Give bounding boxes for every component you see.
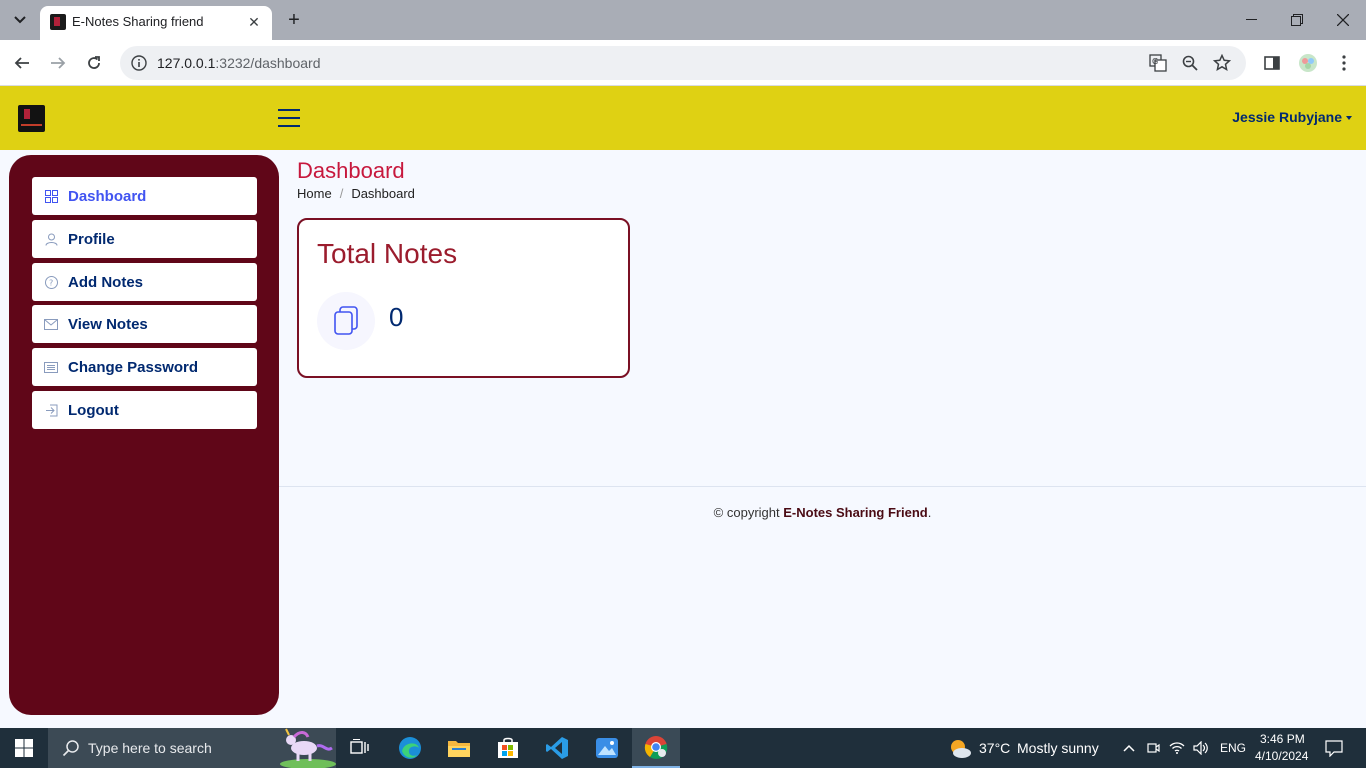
restore-icon[interactable]	[1274, 0, 1320, 40]
vscode-icon[interactable]	[533, 728, 581, 768]
svg-text:?: ?	[49, 278, 53, 287]
footer-brand: E-Notes Sharing Friend	[783, 505, 928, 520]
search-placeholder: Type here to search	[88, 740, 212, 756]
envelope-icon	[44, 317, 58, 331]
browser-menu-icon[interactable]	[1330, 49, 1358, 77]
file-explorer-icon[interactable]	[435, 728, 483, 768]
sidebar-item-label: Add Notes	[68, 274, 143, 291]
question-circle-icon: ?	[44, 275, 58, 289]
sidebar: Dashboard Profile ? Add Notes View Notes…	[9, 155, 279, 715]
caret-down-icon	[1346, 116, 1352, 121]
address-bar[interactable]: 127.0.0.1:3232/dashboard G	[120, 46, 1246, 80]
sidebar-item-dashboard[interactable]: Dashboard	[32, 177, 257, 215]
sidebar-item-logout[interactable]: Logout	[32, 391, 257, 429]
footer-suffix: .	[927, 505, 932, 520]
input-language[interactable]: ENG	[1220, 741, 1246, 755]
sidebar-item-label: Change Password	[68, 359, 199, 376]
show-hidden-icons-icon[interactable]	[1121, 740, 1137, 756]
zoom-icon[interactable]	[1179, 52, 1201, 74]
profile-avatar-icon[interactable]	[1294, 49, 1322, 77]
breadcrumb: Home / Dashboard	[297, 186, 415, 201]
total-notes-card: Total Notes 0	[297, 218, 630, 378]
sidebar-item-label: View Notes	[68, 316, 148, 333]
volume-icon[interactable]	[1193, 740, 1209, 756]
site-info-icon[interactable]	[128, 52, 150, 74]
reload-icon[interactable]	[80, 49, 108, 77]
breadcrumb-separator: /	[339, 186, 344, 201]
sidebar-item-profile[interactable]: Profile	[32, 220, 257, 258]
url-path: :3232/dashboard	[215, 55, 321, 71]
browser-toolbar: 127.0.0.1:3232/dashboard G	[0, 40, 1366, 86]
page-title: Dashboard	[297, 158, 405, 183]
user-dropdown[interactable]: Jessie Rubyjane	[1232, 109, 1352, 125]
weather-temperature[interactable]: 37°C	[979, 740, 1010, 756]
sidebar-toggle-icon[interactable]	[278, 107, 300, 129]
network-wifi-icon[interactable]	[1169, 740, 1185, 756]
sidebar-item-label: Dashboard	[68, 188, 147, 205]
user-name: Jessie Rubyjane	[1232, 109, 1342, 125]
clock-time[interactable]: 3:46 PM	[1260, 732, 1305, 746]
tab-search-button[interactable]	[8, 8, 32, 32]
url-host: 127.0.0.1	[157, 55, 216, 71]
grid-icon	[44, 189, 58, 203]
chrome-browser-icon[interactable]	[632, 728, 680, 768]
breadcrumb-current: Dashboard	[351, 186, 415, 201]
sidebar-item-view-notes[interactable]: View Notes	[32, 305, 257, 343]
url-text[interactable]: 127.0.0.1:3232/dashboard	[157, 55, 320, 71]
sidebar-item-label: Profile	[68, 231, 115, 248]
svg-text:G: G	[1152, 57, 1158, 66]
forward-icon[interactable]	[44, 49, 72, 77]
browser-tab[interactable]: E-Notes Sharing friend ✕	[40, 6, 272, 40]
meet-now-icon[interactable]	[1145, 740, 1161, 756]
box-arrow-in-left-icon	[44, 403, 58, 417]
footer-copyright: © copyright	[713, 505, 784, 520]
minimize-icon[interactable]	[1228, 0, 1274, 40]
close-window-icon[interactable]	[1320, 0, 1366, 40]
translate-icon[interactable]: G	[1147, 52, 1169, 74]
site-favicon-icon	[50, 14, 66, 30]
back-icon[interactable]	[8, 49, 36, 77]
files-icon	[317, 292, 375, 350]
notes-count: 0	[389, 302, 404, 332]
weather-sun-cloud-icon	[951, 740, 971, 758]
new-tab-button[interactable]: +	[282, 8, 306, 32]
task-view-icon[interactable]	[336, 728, 384, 768]
person-icon	[44, 232, 58, 246]
windows-start-icon[interactable]	[0, 728, 48, 768]
sidebar-item-label: Logout	[68, 402, 119, 419]
card-title: Total Notes	[317, 238, 458, 269]
notifications-icon[interactable]	[1325, 739, 1343, 757]
browser-tab-bar: E-Notes Sharing friend ✕ +	[0, 0, 1366, 40]
search-icon	[62, 740, 79, 757]
unicorn-illustration-icon	[280, 728, 336, 768]
chevron-down-icon	[14, 16, 26, 24]
app-header: Jessie Rubyjane	[0, 86, 1366, 150]
side-panel-icon[interactable]	[1258, 49, 1286, 77]
tab-title: E-Notes Sharing friend	[72, 14, 204, 29]
app-logo[interactable]	[18, 105, 45, 132]
card-list-icon	[44, 360, 58, 374]
close-tab-icon[interactable]: ✕	[244, 12, 264, 32]
taskbar-search-box[interactable]: Type here to search	[48, 728, 336, 768]
photos-app-icon[interactable]	[583, 728, 631, 768]
footer-divider	[279, 486, 1366, 487]
edge-browser-icon[interactable]	[386, 728, 434, 768]
windows-taskbar: Type here to search 37°C Mostly sunny EN…	[0, 728, 1366, 768]
breadcrumb-home-link[interactable]: Home	[297, 186, 332, 201]
microsoft-store-icon[interactable]	[484, 728, 532, 768]
clock-date[interactable]: 4/10/2024	[1255, 749, 1308, 763]
footer: © copyright E-Notes Sharing Friend.	[279, 505, 1366, 520]
bookmark-star-icon[interactable]	[1211, 52, 1233, 74]
weather-condition[interactable]: Mostly sunny	[1017, 740, 1099, 756]
sidebar-item-add-notes[interactable]: ? Add Notes	[32, 263, 257, 301]
sidebar-item-change-password[interactable]: Change Password	[32, 348, 257, 386]
